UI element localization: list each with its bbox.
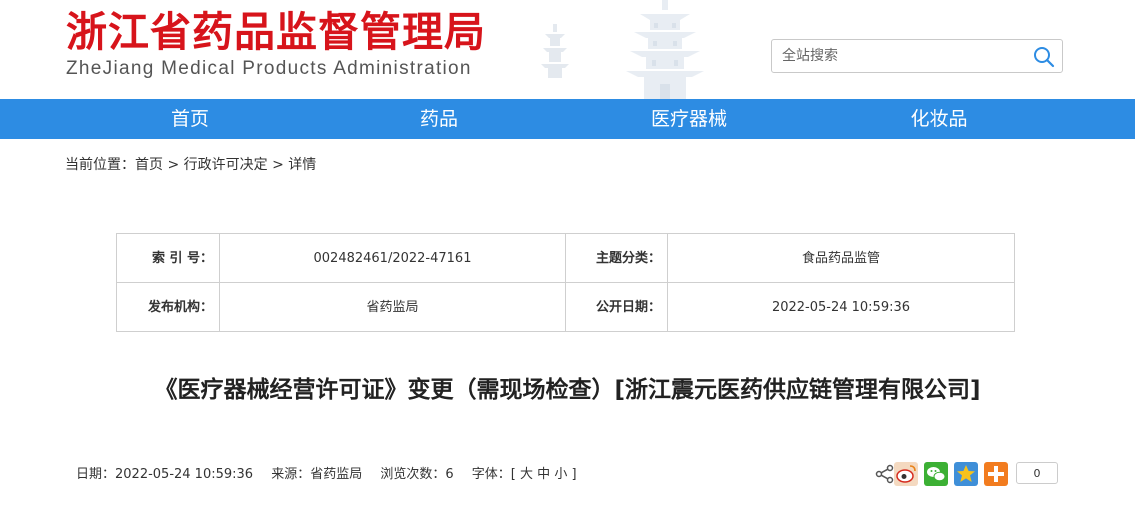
share-count-badge: 0 [1016, 462, 1058, 484]
publisher-label: 发布机构： [147, 300, 213, 315]
search-icon[interactable] [1032, 45, 1056, 69]
nav-item-drugs[interactable]: 药品 [389, 99, 489, 139]
breadcrumb-category-link[interactable]: 行政许可决定 [184, 157, 268, 173]
publish-date-value: 2022-05-24 10:59:36 [771, 300, 911, 315]
font-size-large-link[interactable]: 大 [520, 467, 533, 482]
publish-date-label: 公开日期： [595, 300, 661, 315]
qzone-share-icon[interactable] [954, 462, 978, 486]
breadcrumb-separator: > [272, 157, 284, 173]
site-subtitle: ZheJiang Medical Products Administration [66, 58, 472, 79]
index-number-label: 索 引 号： [151, 251, 213, 266]
index-number-value: 002482461/2022-47161 [313, 251, 472, 266]
weibo-share-icon[interactable] [894, 462, 918, 486]
nav-item-cosmetics[interactable]: 化妆品 [879, 99, 999, 139]
main-nav: 首页 药品 医疗器械 化妆品 [0, 99, 1135, 139]
metadata-table: 索 引 号： 002482461/2022-47161 主题分类： 食品药品监管… [116, 233, 1015, 332]
breadcrumb-current: 详情 [288, 157, 317, 173]
article-source: 来源：省药监局 [271, 467, 363, 482]
font-size-medium-link[interactable]: 中 [537, 467, 550, 482]
breadcrumb: 当前位置：首页 > 行政许可决定 > 详情 [65, 155, 316, 175]
search-input[interactable] [782, 46, 1022, 66]
font-size-close: ] [571, 467, 577, 482]
small-pagoda-decoration-icon [541, 24, 569, 78]
font-size-label: 字体：[ [471, 467, 516, 482]
more-share-plus-icon[interactable] [984, 462, 1008, 486]
breadcrumb-prefix: 当前位置： [65, 157, 135, 173]
site-title[interactable]: 浙江省药品监督管理局 [66, 6, 486, 58]
topic-category-value: 食品药品监管 [801, 251, 880, 266]
publisher-value: 省药监局 [366, 300, 419, 315]
font-size-control: 字体：[ 大 中 小 ] [472, 467, 577, 482]
breadcrumb-home-link[interactable]: 首页 [135, 157, 163, 173]
font-size-small-link[interactable]: 小 [554, 467, 567, 482]
pagoda-decoration-icon [626, 0, 704, 99]
article-date: 日期：2022-05-24 10:59:36 [76, 467, 254, 482]
site-header: 浙江省药品监督管理局 ZheJiang Medical Products Adm… [0, 0, 1135, 99]
search-box [771, 39, 1063, 73]
wechat-share-icon[interactable] [924, 462, 948, 486]
breadcrumb-separator: > [167, 157, 180, 173]
article-title: 《医疗器械经营许可证》变更（需现场检查）[浙江震元医药供应链管理有限公司] [154, 377, 981, 403]
article-info-bar: 日期：2022-05-24 10:59:36 来源：省药监局 浏览次数：6 字体… [76, 466, 577, 484]
topic-category-label: 主题分类： [595, 251, 661, 266]
nav-item-medical-devices[interactable]: 医疗器械 [629, 99, 749, 139]
nav-item-home[interactable]: 首页 [140, 99, 240, 139]
article-view-count: 浏览次数：6 [380, 467, 454, 482]
